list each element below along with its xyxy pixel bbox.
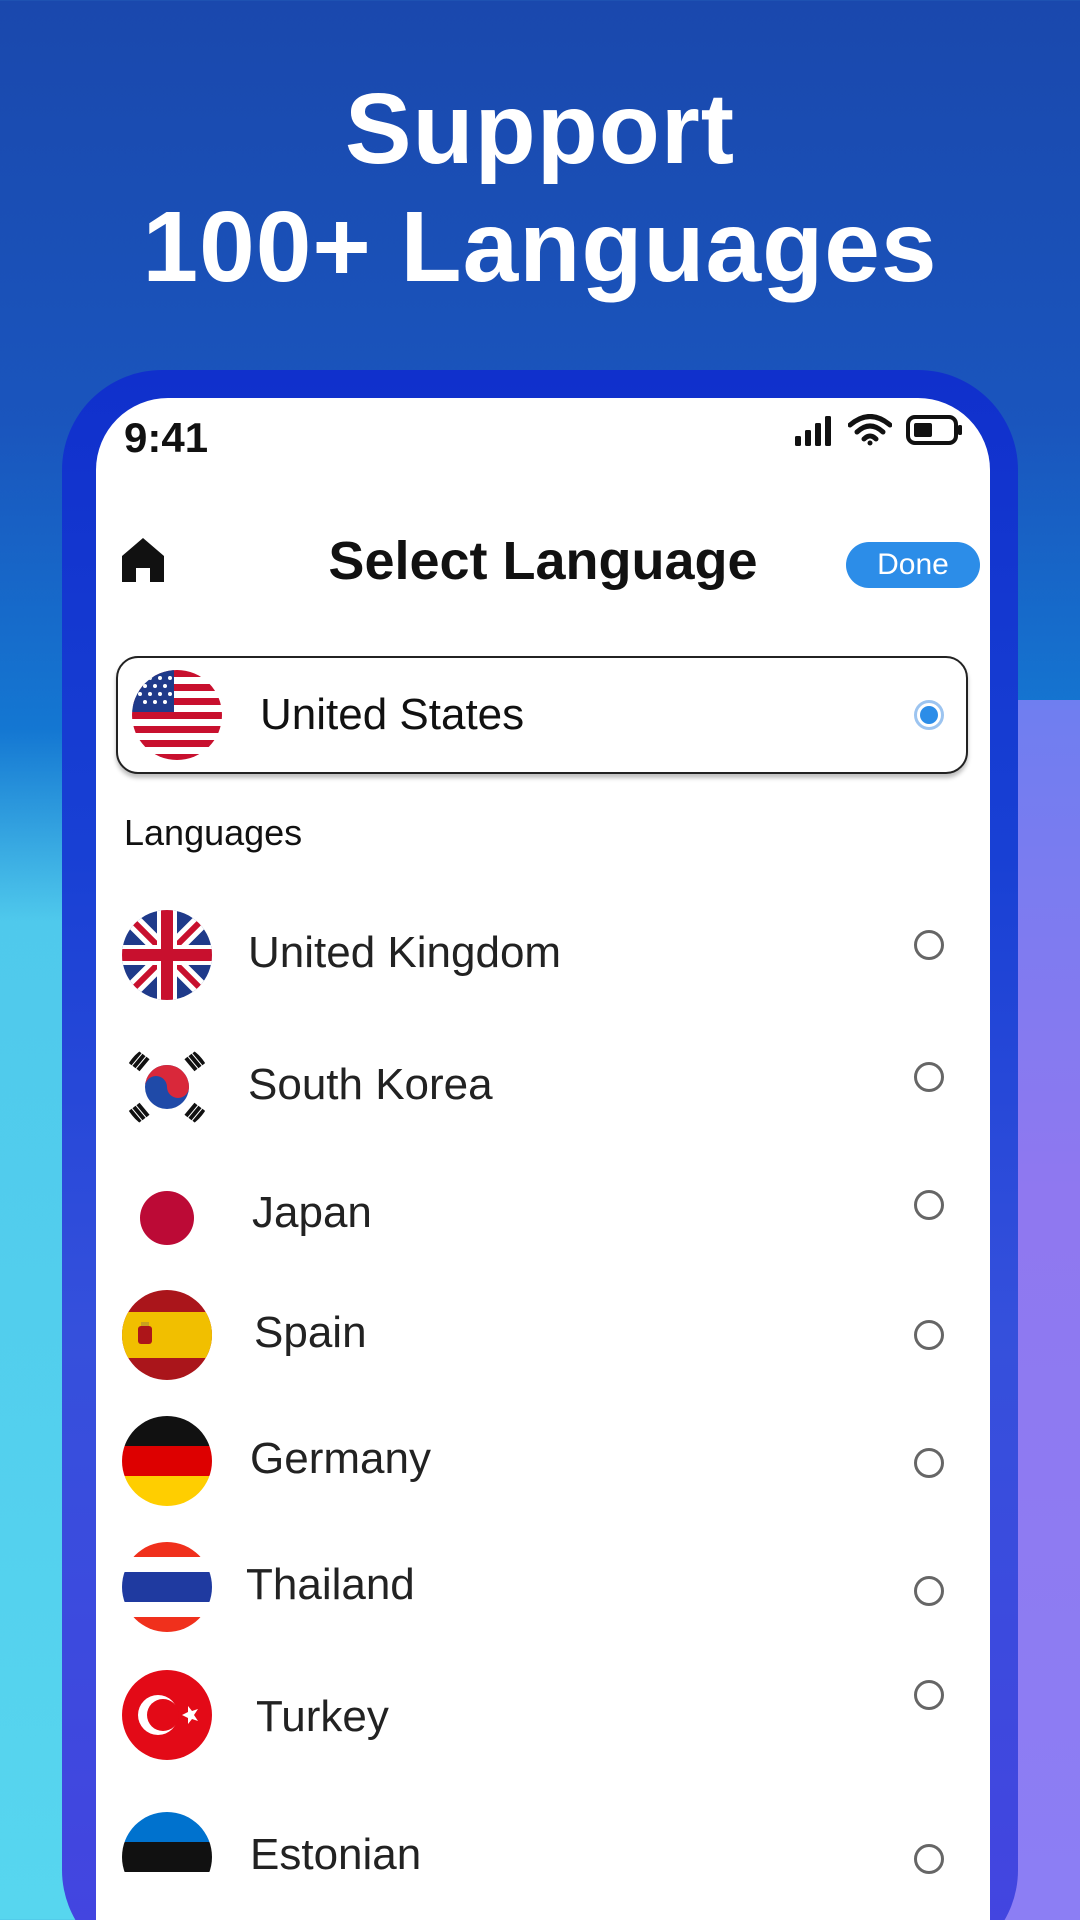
promo-headline: Support 100+ Languages <box>0 70 1080 306</box>
radio-selected-icon[interactable] <box>914 700 944 730</box>
radio-unselected-icon[interactable] <box>914 1448 944 1478</box>
radio-unselected-icon[interactable] <box>914 930 944 960</box>
germany-flag-icon <box>122 1416 212 1506</box>
selected-language-name: United States <box>260 690 525 739</box>
language-name: Estonian <box>250 1830 422 1879</box>
list-item[interactable]: Thailand <box>96 1538 990 1634</box>
headline-line-2: 100+ Languages <box>142 191 938 303</box>
list-item[interactable]: Turkey <box>96 1666 990 1762</box>
battery-icon <box>906 414 964 446</box>
status-time: 9:41 <box>124 414 209 461</box>
radio-unselected-icon[interactable] <box>914 1062 944 1092</box>
radio-unselected-icon[interactable] <box>914 1320 944 1350</box>
status-icons <box>794 414 964 446</box>
japan-flag-icon <box>122 1170 212 1260</box>
language-name: Thailand <box>246 1560 415 1609</box>
uk-flag-icon <box>122 910 212 1000</box>
section-label-languages: Languages <box>124 812 303 853</box>
language-name: Japan <box>252 1188 372 1237</box>
language-name: Spain <box>254 1308 367 1357</box>
list-item[interactable]: Germany <box>96 1412 990 1508</box>
phone-screen: 9:41 Select Language Done United States … <box>96 398 990 1920</box>
wifi-icon <box>848 414 892 446</box>
language-name: Germany <box>250 1434 431 1483</box>
list-item[interactable]: Japan <box>96 1166 990 1262</box>
language-name: South Korea <box>248 1060 493 1109</box>
language-name: United Kingdom <box>248 928 562 977</box>
list-item[interactable]: Estonian <box>96 1808 990 1904</box>
south-korea-flag-icon <box>122 1042 212 1132</box>
radio-unselected-icon[interactable] <box>914 1190 944 1220</box>
radio-unselected-icon[interactable] <box>914 1844 944 1874</box>
radio-unselected-icon[interactable] <box>914 1680 944 1710</box>
spain-flag-icon <box>122 1290 212 1380</box>
language-name: Turkey <box>256 1692 389 1741</box>
radio-unselected-icon[interactable] <box>914 1576 944 1606</box>
list-item[interactable]: Spain <box>96 1286 990 1382</box>
signal-icon <box>794 414 834 446</box>
thailand-flag-icon <box>122 1542 212 1632</box>
list-item[interactable]: South Korea <box>96 1038 990 1134</box>
status-bar: 9:41 <box>96 398 990 478</box>
list-item[interactable]: United Kingdom <box>96 906 990 1002</box>
nav-bar: Select Language Done <box>96 518 990 618</box>
done-button[interactable]: Done <box>846 542 980 588</box>
turkey-flag-icon <box>122 1670 212 1760</box>
selected-language-card[interactable]: United States <box>116 656 968 774</box>
us-flag-icon <box>132 670 222 760</box>
headline-line-1: Support <box>344 73 736 185</box>
estonia-flag-icon <box>122 1812 212 1902</box>
